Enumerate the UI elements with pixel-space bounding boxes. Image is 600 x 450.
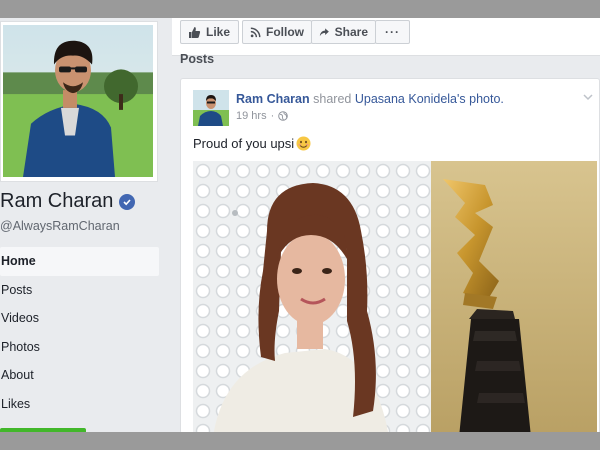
sidebar-item-photos[interactable]: Photos [0, 333, 159, 362]
sidebar-item-about[interactable]: About [0, 361, 159, 390]
post-meta: 19 hrs · [236, 110, 289, 122]
verified-badge-icon [119, 193, 136, 210]
shared-photo-image [193, 161, 597, 432]
sidebar-item-posts[interactable]: Posts [0, 276, 159, 305]
sidebar-item-likes[interactable]: Likes [0, 390, 159, 419]
follow-button[interactable]: Follow [242, 20, 312, 44]
page-title[interactable]: Ram Charan [0, 190, 136, 213]
rss-follow-icon [250, 27, 261, 37]
chevron-down-icon[interactable] [582, 92, 594, 102]
post-author-link[interactable]: Ram Charan [236, 92, 310, 106]
share-button[interactable]: Share [311, 20, 376, 44]
page-sidebar-nav: Home Posts Videos Photos About Likes [0, 247, 159, 419]
left-column: Ram Charan @AlwaysRamCharan Home Posts V… [0, 18, 170, 432]
author-avatar[interactable] [193, 90, 229, 126]
post-card: Ram Charan shared Upasana Konidela's pho… [180, 78, 600, 432]
sidebar-item-home[interactable]: Home [0, 247, 159, 276]
profile-photo-image [3, 25, 153, 177]
post-message: Proud of you upsi [193, 136, 295, 151]
post-text: Proud of you upsi [193, 136, 311, 151]
post-header-line: Ram Charan shared Upasana Konidela's pho… [236, 92, 504, 106]
create-page-button-edge[interactable] [0, 428, 86, 432]
page-action-bar: Like Follow Share ··· [172, 18, 600, 56]
facebook-page-view: Ram Charan @AlwaysRamCharan Home Posts V… [0, 18, 600, 432]
profile-picture[interactable] [0, 21, 158, 182]
author-avatar-image [193, 90, 229, 126]
post-photo[interactable] [193, 161, 597, 432]
shared-source-link[interactable]: Upasana Konidela [355, 92, 457, 106]
sidebar-item-videos[interactable]: Videos [0, 304, 159, 333]
post-timestamp[interactable]: 19 hrs [236, 110, 267, 122]
globe-icon[interactable] [278, 111, 289, 121]
like-button[interactable]: Like [180, 20, 239, 44]
thumbs-up-icon [189, 26, 201, 38]
page-name-text[interactable]: Ram Charan [0, 190, 113, 213]
more-options-icon: ··· [385, 25, 400, 39]
page-username[interactable]: @AlwaysRamCharan [0, 219, 120, 233]
meta-separator: · [270, 110, 275, 122]
post-verb: shared [313, 92, 352, 106]
shared-source-suffix[interactable]: 's photo. [457, 92, 504, 106]
like-button-label: Like [206, 25, 231, 39]
follow-button-label: Follow [266, 25, 304, 39]
share-arrow-icon [319, 27, 329, 36]
share-button-label: Share [334, 25, 368, 39]
posts-section-title: Posts [180, 52, 215, 66]
more-options-button[interactable]: ··· [375, 20, 410, 44]
smile-icon [296, 136, 311, 151]
